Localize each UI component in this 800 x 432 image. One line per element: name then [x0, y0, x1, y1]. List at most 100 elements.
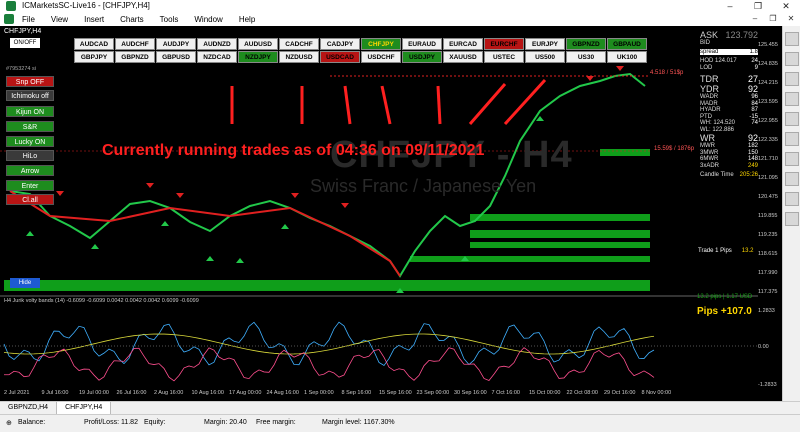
- left-button-10[interactable]: Cl.all: [6, 194, 54, 205]
- price-tick: 121.710: [758, 156, 778, 162]
- pair-button-eurchf[interactable]: EURCHF: [484, 38, 524, 50]
- left-button-5[interactable]: S&R: [6, 121, 54, 132]
- toolbar-button-9[interactable]: [785, 192, 799, 206]
- menu-bar: File View Insert Charts Tools Window Hel…: [0, 12, 800, 26]
- pair-button-audchf[interactable]: AUDCHF: [115, 38, 155, 50]
- pair-button-cadchf[interactable]: CADCHF: [279, 38, 319, 50]
- pair-button-audcad[interactable]: AUDCAD: [74, 38, 114, 50]
- chart-symbol-label: CHFJPY,H4: [4, 28, 42, 35]
- menu-help[interactable]: Help: [231, 15, 263, 24]
- price-tick: 117.990: [758, 270, 778, 276]
- menu-window[interactable]: Window: [186, 15, 230, 24]
- pair-button-gbpjpy[interactable]: GBPJPY: [74, 51, 114, 63]
- annotation-arrow: [436, 85, 442, 125]
- pair-button-eurjpy[interactable]: EURJPY: [525, 38, 565, 50]
- left-button-4[interactable]: Kijun ON: [6, 106, 54, 117]
- pair-button-xauusd[interactable]: XAUUSD: [443, 51, 483, 63]
- left-button-2[interactable]: Snp OFF: [6, 76, 54, 87]
- menu-tools[interactable]: Tools: [152, 15, 187, 24]
- pair-button-audjpy[interactable]: AUDJPY: [156, 38, 196, 50]
- pair-button-audnzd[interactable]: AUDNZD: [197, 38, 237, 50]
- price-tick: 121.095: [758, 175, 778, 181]
- pair-button-us30[interactable]: US30: [566, 51, 606, 63]
- minimize-button[interactable]: –: [716, 0, 744, 12]
- pair-button-nzdjpy[interactable]: NZDJPY: [238, 51, 278, 63]
- tab-chfjpy[interactable]: CHFJPY,H4: [57, 402, 112, 414]
- hide-button[interactable]: Hide: [10, 278, 40, 288]
- pair-button-ustec[interactable]: USTEC: [484, 51, 524, 63]
- toolbar-button-2[interactable]: [785, 52, 799, 66]
- pair-button-nzdcad[interactable]: NZDCAD: [197, 51, 237, 63]
- app-icon: [6, 1, 16, 11]
- pair-selector-grid: AUDCAD AUDCHF AUDJPY AUDNZD AUDUSD CADCHF CADJ…: [74, 38, 647, 63]
- window-title: ICMarketsSC-Live16 - [CHFJPY,H4]: [22, 1, 150, 10]
- time-axis: 2 Jul 2021 9 Jul 16:00 19 Jul 00:00 26 Jul …: [0, 388, 760, 400]
- toolbar-button-8[interactable]: [785, 172, 799, 186]
- price-tick: 117.375: [758, 289, 778, 295]
- toolbar-button-4[interactable]: [785, 92, 799, 106]
- margin-level: Margin level: 1167.30%: [322, 419, 395, 426]
- pair-button-euraud[interactable]: EURAUD: [402, 38, 442, 50]
- time-tick: 30 Sep 16:00: [454, 390, 487, 396]
- mdi-minimize-button[interactable]: –: [746, 12, 764, 26]
- indicator-tick: 0.00: [758, 344, 769, 350]
- toolbar-button-6[interactable]: [785, 132, 799, 146]
- info-row: TDR 27: [700, 74, 758, 84]
- price-label-mid: 15.59$ / 1876p: [654, 146, 695, 152]
- pair-button-cadjpy[interactable]: CADJPY: [320, 38, 360, 50]
- pair-button-us500[interactable]: US500: [525, 51, 565, 63]
- pair-button-uk100[interactable]: UK100: [607, 51, 647, 63]
- pair-button-chfjpy[interactable]: CHFJPY: [361, 38, 401, 50]
- onoff-button[interactable]: ON/OFF: [10, 38, 40, 48]
- left-button-6[interactable]: Lucky ON: [6, 136, 54, 147]
- price-tick: 122.955: [758, 118, 778, 124]
- buy-arrow: [91, 244, 99, 249]
- chart-area[interactable]: CHFJPY - H4 Swiss Franc / Japanese Yen C…: [0, 26, 782, 401]
- pair-button-gbpnzd[interactable]: GBPNZD: [566, 38, 606, 50]
- menu-charts[interactable]: Charts: [112, 15, 152, 24]
- mdi-restore-button[interactable]: ❐: [764, 12, 782, 26]
- toolbar-button-3[interactable]: [785, 72, 799, 86]
- pair-button-usdcad[interactable]: USDCAD: [320, 51, 360, 63]
- toolbar-button-7[interactable]: [785, 152, 799, 166]
- mdi-close-button[interactable]: ✕: [782, 12, 800, 26]
- menu-file[interactable]: File: [14, 15, 43, 24]
- maximize-button[interactable]: ❐: [744, 0, 772, 12]
- chart-window-icon: [4, 14, 14, 24]
- price-tick: 120.475: [758, 194, 778, 200]
- toolbar-button-1[interactable]: [785, 32, 799, 46]
- left-button-3[interactable]: Ichimoku off: [6, 90, 54, 101]
- pair-button-gbpaud[interactable]: GBPAUD: [607, 38, 647, 50]
- left-button-7[interactable]: HiLo: [6, 150, 54, 161]
- annotation-arrow: [468, 83, 507, 125]
- info-row: WR 92: [700, 133, 758, 143]
- pair-button-audusd[interactable]: AUDUSD: [238, 38, 278, 50]
- info-row-value: 27: [747, 74, 758, 84]
- menu-view[interactable]: View: [43, 15, 76, 24]
- sell-arrow: [176, 193, 184, 198]
- left-button-9[interactable]: Enter: [6, 180, 54, 191]
- info-row: YDR 92: [700, 84, 758, 94]
- pair-button-usdchf[interactable]: USDCHF: [361, 51, 401, 63]
- pair-button-eurcad[interactable]: EURCAD: [443, 38, 483, 50]
- sell-arrow: [341, 203, 349, 208]
- sr-zone: [600, 149, 650, 156]
- pair-button-gbpnzd[interactable]: GBPNZD: [115, 51, 155, 63]
- left-button-8[interactable]: Arrow: [6, 165, 54, 176]
- pair-button-nzdusd[interactable]: NZDUSD: [279, 51, 319, 63]
- toolbar-button-10[interactable]: [785, 212, 799, 226]
- sr-zone: [470, 230, 650, 238]
- pair-button-usdjpy[interactable]: USDJPY: [402, 51, 442, 63]
- pair-button-gbpusd[interactable]: GBPUSD: [156, 51, 196, 63]
- toolbar-button-5[interactable]: [785, 112, 799, 126]
- free-margin-label: Free margin:: [256, 419, 296, 426]
- close-button[interactable]: ✕: [772, 0, 800, 12]
- tab-gbpnzd[interactable]: GBPNZD,H4: [0, 402, 58, 414]
- price-tick: 118.615: [758, 251, 778, 257]
- menu-insert[interactable]: Insert: [76, 15, 112, 24]
- ask-label: ASK: [700, 30, 719, 40]
- sr-zone: [410, 256, 650, 262]
- time-tick: 8 Nov 00:00: [641, 390, 672, 396]
- chart-canvas[interactable]: [0, 26, 782, 401]
- time-tick: 1 Sep 00:00: [304, 390, 334, 396]
